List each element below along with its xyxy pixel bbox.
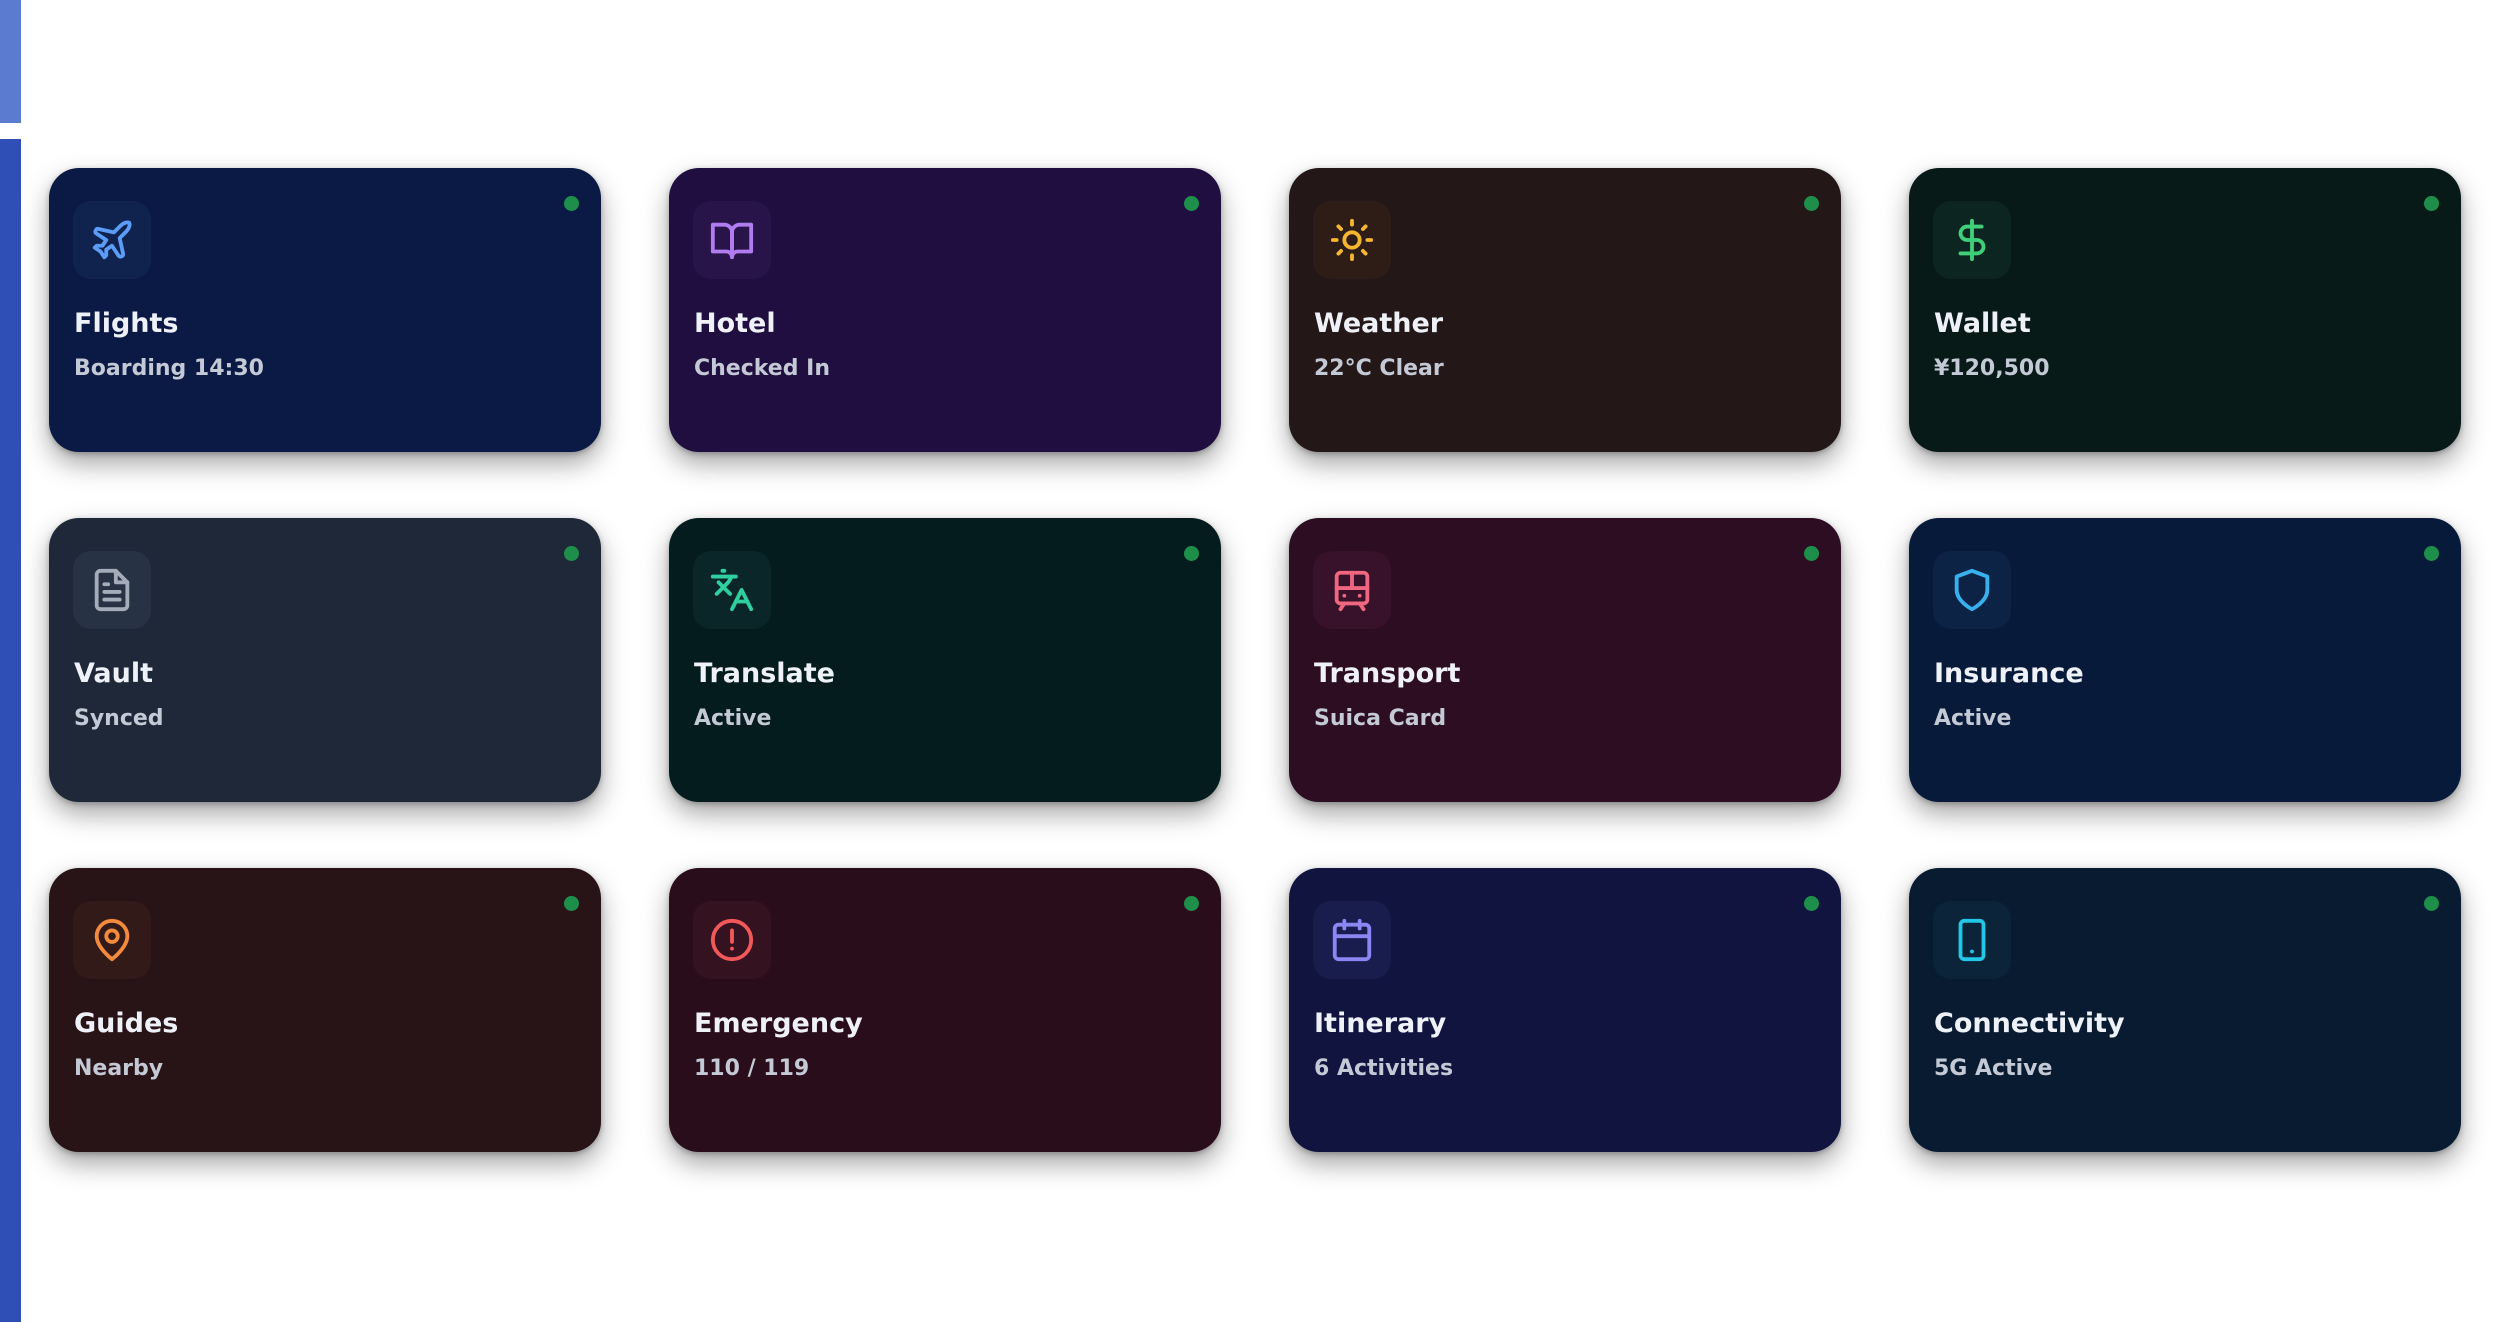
- window-edge-bottom: [0, 139, 21, 1322]
- status-dot: [1804, 896, 1819, 911]
- document-icon: [94, 568, 130, 612]
- card-title: Guides: [74, 1008, 179, 1039]
- card-subtitle: Nearby: [74, 1056, 164, 1081]
- status-dot: [1804, 196, 1819, 211]
- calendar-icon: [1332, 918, 1372, 962]
- sun-icon: [1330, 218, 1374, 262]
- card-weather[interactable]: Weather 22°C Clear: [1289, 168, 1841, 452]
- card-icon-box: [73, 551, 151, 629]
- status-dot: [2424, 196, 2439, 211]
- card-itinerary[interactable]: Itinerary 6 Activities: [1289, 868, 1841, 1152]
- card-title: Flights: [74, 308, 179, 339]
- phone-icon: [1958, 918, 1986, 962]
- card-subtitle: 5G Active: [1934, 1056, 2053, 1081]
- card-icon-box: [73, 201, 151, 279]
- card-hotel[interactable]: Hotel Checked In: [669, 168, 1221, 452]
- card-icon-box: [1313, 551, 1391, 629]
- card-insurance[interactable]: Insurance Active: [1909, 518, 2461, 802]
- card-icon-box: [693, 901, 771, 979]
- card-title: Vault: [74, 658, 154, 689]
- card-icon-box: [693, 551, 771, 629]
- card-subtitle: Active: [1934, 706, 2012, 731]
- window-edge-top: [0, 0, 21, 123]
- card-title: Transport: [1314, 658, 1461, 689]
- card-subtitle: Boarding 14:30: [74, 356, 264, 381]
- card-subtitle: ¥120,500: [1934, 356, 2050, 381]
- card-icon-box: [1933, 201, 2011, 279]
- card-vault[interactable]: Vault Synced: [49, 518, 601, 802]
- card-connectivity[interactable]: Connectivity 5G Active: [1909, 868, 2461, 1152]
- book-icon: [710, 222, 754, 260]
- card-transport[interactable]: Transport Suica Card: [1289, 518, 1841, 802]
- card-subtitle: Checked In: [694, 356, 830, 381]
- card-icon-box: [1933, 551, 2011, 629]
- card-title: Connectivity: [1934, 1008, 2125, 1039]
- card-title: Insurance: [1934, 658, 2084, 689]
- card-icon-box: [693, 201, 771, 279]
- card-title: Weather: [1314, 308, 1444, 339]
- status-dot: [2424, 546, 2439, 561]
- card-subtitle: 6 Activities: [1314, 1056, 1454, 1081]
- card-subtitle: Active: [694, 706, 772, 731]
- card-subtitle: 22°C Clear: [1314, 356, 1444, 381]
- status-dot: [1184, 546, 1199, 561]
- card-icon-box: [73, 901, 151, 979]
- card-title: Translate: [694, 658, 835, 689]
- train-icon: [1334, 570, 1370, 612]
- status-dot: [564, 196, 579, 211]
- status-dot: [2424, 896, 2439, 911]
- card-translate[interactable]: Translate Active: [669, 518, 1221, 802]
- card-subtitle: 110 / 119: [694, 1056, 810, 1081]
- status-dot: [1184, 896, 1199, 911]
- status-dot: [564, 896, 579, 911]
- card-wallet[interactable]: Wallet ¥120,500: [1909, 168, 2461, 452]
- card-title: Wallet: [1934, 308, 2031, 339]
- card-guides[interactable]: Guides Nearby: [49, 868, 601, 1152]
- card-subtitle: Synced: [74, 706, 164, 731]
- card-icon-box: [1313, 901, 1391, 979]
- status-dot: [1184, 196, 1199, 211]
- plane-icon: [92, 220, 132, 260]
- dashboard-grid: Flights Boarding 14:30 Hotel Checked In …: [49, 168, 2461, 1152]
- card-title: Hotel: [694, 308, 776, 339]
- card-icon-box: [1313, 201, 1391, 279]
- translate-icon: [710, 568, 754, 612]
- alert-icon: [710, 918, 754, 962]
- card-flights[interactable]: Flights Boarding 14:30: [49, 168, 601, 452]
- dollar-icon: [1958, 218, 1986, 262]
- card-subtitle: Suica Card: [1314, 706, 1447, 731]
- card-title: Itinerary: [1314, 1008, 1447, 1039]
- card-icon-box: [1933, 901, 2011, 979]
- shield-icon: [1954, 568, 1990, 612]
- card-emergency[interactable]: Emergency 110 / 119: [669, 868, 1221, 1152]
- status-dot: [1804, 546, 1819, 561]
- map-pin-icon: [94, 919, 130, 962]
- status-dot: [564, 546, 579, 561]
- card-title: Emergency: [694, 1008, 863, 1039]
